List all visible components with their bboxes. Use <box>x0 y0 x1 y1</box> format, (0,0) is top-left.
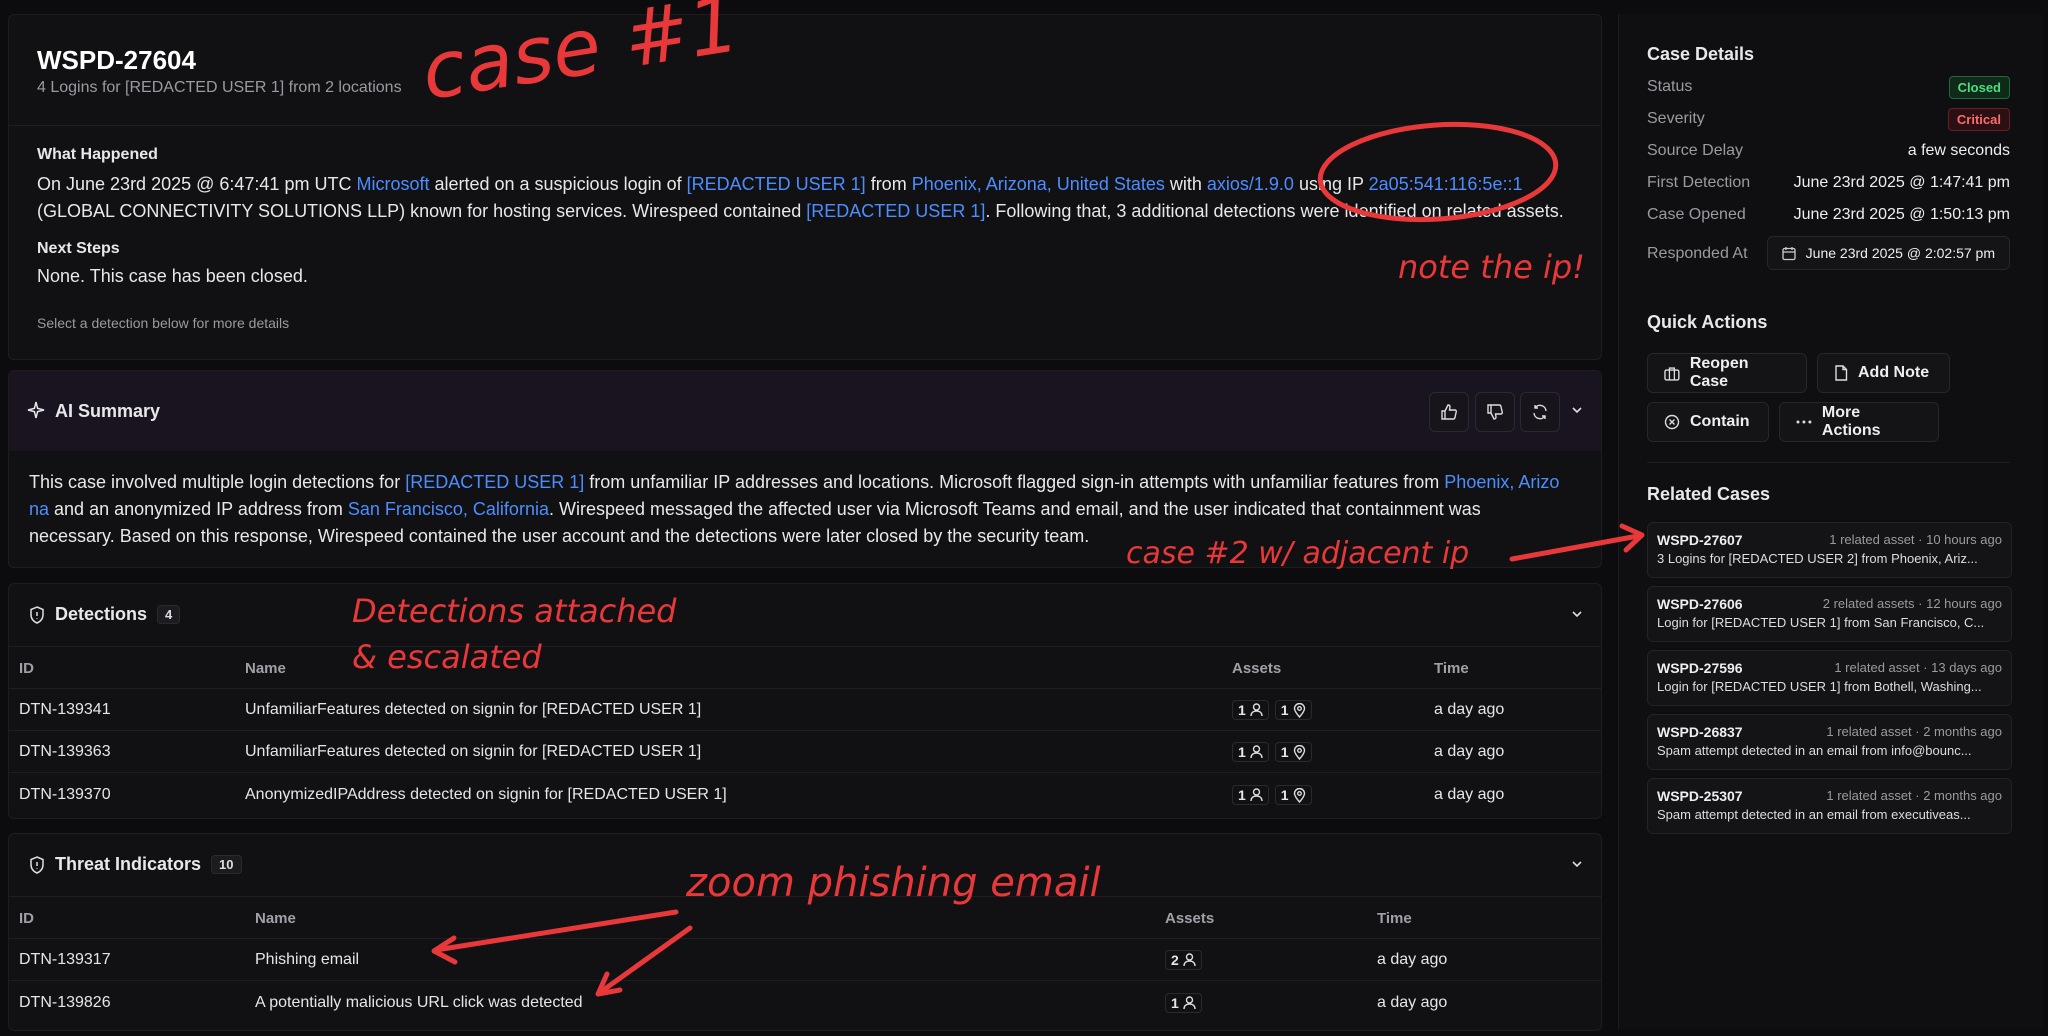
arrow-to-url-click <box>599 925 693 994</box>
arrow-to-phishing-email <box>433 909 679 953</box>
arrow-to-related-case <box>1509 533 1641 562</box>
annotation-overlay <box>431 121 1645 997</box>
ip-circle-annotation <box>1317 121 1559 223</box>
